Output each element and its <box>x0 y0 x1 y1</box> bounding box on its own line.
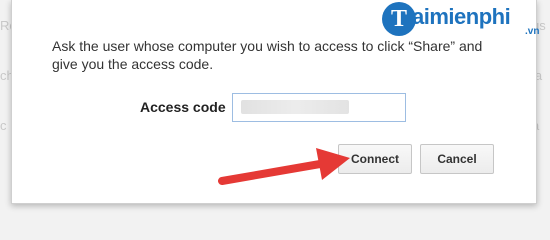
watermark-domain: .vn <box>525 26 540 37</box>
watermark-brand: aimienphi <box>412 4 511 29</box>
cancel-button[interactable]: Cancel <box>420 144 494 174</box>
access-code-input[interactable] <box>232 93 406 122</box>
access-code-label: Access code <box>140 99 226 115</box>
connect-button[interactable]: Connect <box>338 144 412 174</box>
watermark: T aimienphi .vn <box>382 2 550 40</box>
dialog-message: Ask the user whose computer you wish to … <box>52 38 483 72</box>
watermark-logo: T <box>382 2 416 36</box>
blurred-code <box>241 100 349 114</box>
